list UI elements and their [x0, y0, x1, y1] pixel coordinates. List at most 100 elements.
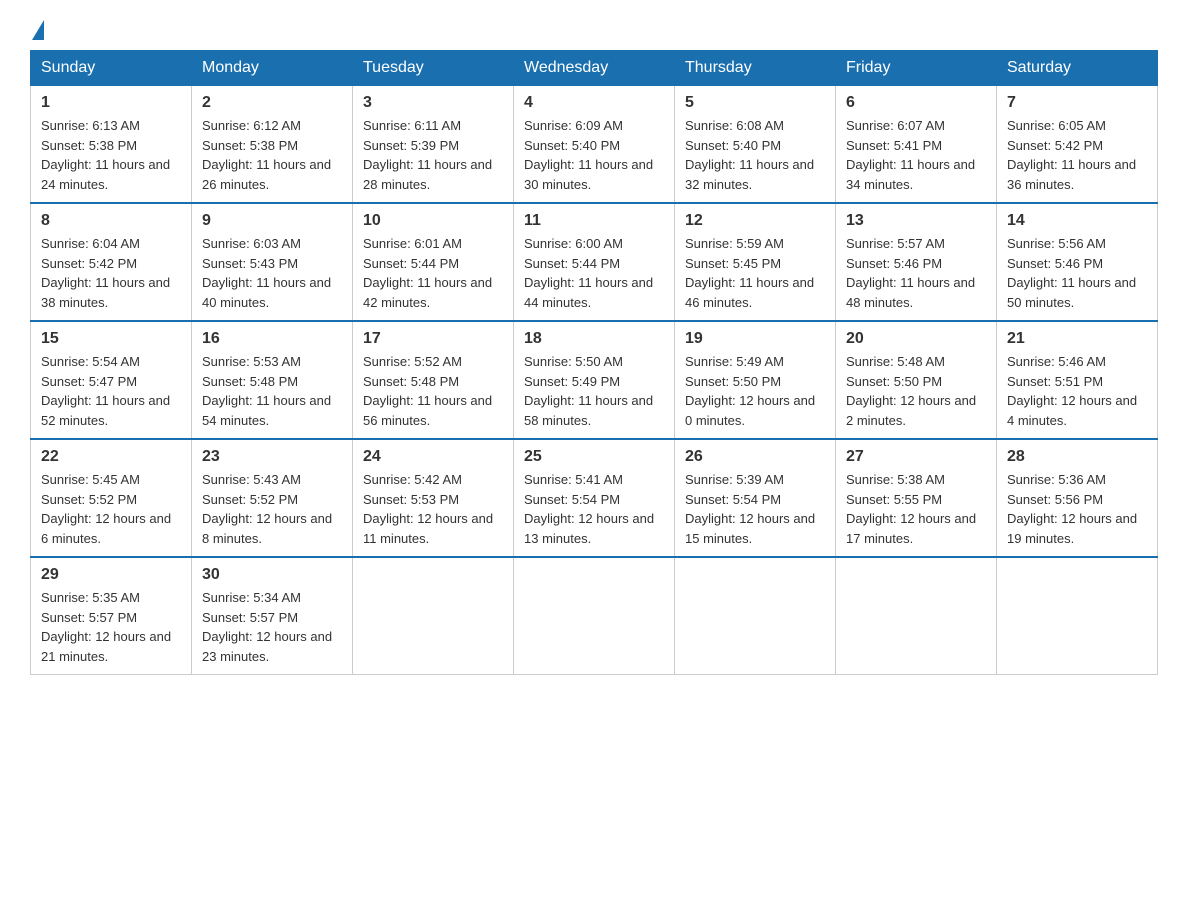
day-number: 30: [202, 566, 342, 584]
day-number: 17: [363, 330, 503, 348]
table-row: 9 Sunrise: 6:03 AMSunset: 5:43 PMDaylight…: [192, 203, 353, 321]
day-number: 11: [524, 212, 664, 230]
day-number: 7: [1007, 94, 1147, 112]
day-info: Sunrise: 5:49 AMSunset: 5:50 PMDaylight:…: [685, 352, 825, 430]
calendar-header-row: Sunday Monday Tuesday Wednesday Thursday…: [31, 51, 1158, 86]
day-number: 25: [524, 448, 664, 466]
day-info: Sunrise: 6:00 AMSunset: 5:44 PMDaylight:…: [524, 234, 664, 312]
day-info: Sunrise: 5:35 AMSunset: 5:57 PMDaylight:…: [41, 588, 181, 666]
calendar-week-row: 15 Sunrise: 5:54 AMSunset: 5:47 PMDayligh…: [31, 321, 1158, 439]
day-number: 5: [685, 94, 825, 112]
day-number: 24: [363, 448, 503, 466]
day-number: 18: [524, 330, 664, 348]
logo-triangle-icon: [32, 20, 44, 40]
day-number: 10: [363, 212, 503, 230]
table-row: 12 Sunrise: 5:59 AMSunset: 5:45 PMDayligh…: [675, 203, 836, 321]
day-number: 3: [363, 94, 503, 112]
day-number: 20: [846, 330, 986, 348]
table-row: 18 Sunrise: 5:50 AMSunset: 5:49 PMDayligh…: [514, 321, 675, 439]
table-row: 22 Sunrise: 5:45 AMSunset: 5:52 PMDayligh…: [31, 439, 192, 557]
day-number: 6: [846, 94, 986, 112]
day-info: Sunrise: 6:13 AMSunset: 5:38 PMDaylight:…: [41, 116, 181, 194]
table-row: 11 Sunrise: 6:00 AMSunset: 5:44 PMDayligh…: [514, 203, 675, 321]
day-number: 12: [685, 212, 825, 230]
day-number: 22: [41, 448, 181, 466]
col-tuesday: Tuesday: [353, 51, 514, 86]
day-info: Sunrise: 6:11 AMSunset: 5:39 PMDaylight:…: [363, 116, 503, 194]
day-number: 14: [1007, 212, 1147, 230]
day-number: 13: [846, 212, 986, 230]
table-row: [353, 557, 514, 675]
table-row: 20 Sunrise: 5:48 AMSunset: 5:50 PMDayligh…: [836, 321, 997, 439]
table-row: 16Sunrise: 5:53 AMSunset: 5:48 PMDayligh…: [192, 321, 353, 439]
day-info: Sunrise: 5:43 AMSunset: 5:52 PMDaylight:…: [202, 470, 342, 548]
table-row: 26Sunrise: 5:39 AMSunset: 5:54 PMDayligh…: [675, 439, 836, 557]
table-row: [836, 557, 997, 675]
table-row: 3 Sunrise: 6:11 AMSunset: 5:39 PMDaylight…: [353, 86, 514, 204]
day-number: 1: [41, 94, 181, 112]
calendar-week-row: 8 Sunrise: 6:04 AMSunset: 5:42 PMDaylight…: [31, 203, 1158, 321]
day-info: Sunrise: 5:54 AMSunset: 5:47 PMDaylight:…: [41, 352, 181, 430]
col-monday: Monday: [192, 51, 353, 86]
table-row: 6Sunrise: 6:07 AMSunset: 5:41 PMDaylight…: [836, 86, 997, 204]
day-info: Sunrise: 6:01 AMSunset: 5:44 PMDaylight:…: [363, 234, 503, 312]
day-number: 27: [846, 448, 986, 466]
table-row: 25 Sunrise: 5:41 AMSunset: 5:54 PMDayligh…: [514, 439, 675, 557]
table-row: 21 Sunrise: 5:46 AMSunset: 5:51 PMDayligh…: [997, 321, 1158, 439]
day-info: Sunrise: 6:03 AMSunset: 5:43 PMDaylight:…: [202, 234, 342, 312]
day-number: 28: [1007, 448, 1147, 466]
day-info: Sunrise: 6:08 AMSunset: 5:40 PMDaylight:…: [685, 116, 825, 194]
col-wednesday: Wednesday: [514, 51, 675, 86]
day-number: 19: [685, 330, 825, 348]
day-info: Sunrise: 5:38 AMSunset: 5:55 PMDaylight:…: [846, 470, 986, 548]
table-row: [514, 557, 675, 675]
day-number: 15: [41, 330, 181, 348]
day-info: Sunrise: 5:48 AMSunset: 5:50 PMDaylight:…: [846, 352, 986, 430]
col-friday: Friday: [836, 51, 997, 86]
table-row: 29 Sunrise: 5:35 AMSunset: 5:57 PMDayligh…: [31, 557, 192, 675]
table-row: 17 Sunrise: 5:52 AMSunset: 5:48 PMDayligh…: [353, 321, 514, 439]
table-row: 5 Sunrise: 6:08 AMSunset: 5:40 PMDaylight…: [675, 86, 836, 204]
day-number: 9: [202, 212, 342, 230]
table-row: 1 Sunrise: 6:13 AMSunset: 5:38 PMDaylight…: [31, 86, 192, 204]
page-header: [30, 20, 1158, 40]
day-info: Sunrise: 5:46 AMSunset: 5:51 PMDaylight:…: [1007, 352, 1147, 430]
day-info: Sunrise: 5:57 AMSunset: 5:46 PMDaylight:…: [846, 234, 986, 312]
table-row: 8 Sunrise: 6:04 AMSunset: 5:42 PMDaylight…: [31, 203, 192, 321]
day-number: 2: [202, 94, 342, 112]
table-row: 7Sunrise: 6:05 AMSunset: 5:42 PMDaylight…: [997, 86, 1158, 204]
table-row: 27 Sunrise: 5:38 AMSunset: 5:55 PMDayligh…: [836, 439, 997, 557]
day-number: 29: [41, 566, 181, 584]
col-thursday: Thursday: [675, 51, 836, 86]
day-info: Sunrise: 5:56 AMSunset: 5:46 PMDaylight:…: [1007, 234, 1147, 312]
day-number: 26: [685, 448, 825, 466]
day-info: Sunrise: 5:50 AMSunset: 5:49 PMDaylight:…: [524, 352, 664, 430]
day-info: Sunrise: 6:04 AMSunset: 5:42 PMDaylight:…: [41, 234, 181, 312]
table-row: 30 Sunrise: 5:34 AMSunset: 5:57 PMDayligh…: [192, 557, 353, 675]
table-row: 15 Sunrise: 5:54 AMSunset: 5:47 PMDayligh…: [31, 321, 192, 439]
day-info: Sunrise: 5:36 AMSunset: 5:56 PMDaylight:…: [1007, 470, 1147, 548]
day-info: Sunrise: 6:12 AMSunset: 5:38 PMDaylight:…: [202, 116, 342, 194]
table-row: 4Sunrise: 6:09 AMSunset: 5:40 PMDaylight…: [514, 86, 675, 204]
day-info: Sunrise: 5:45 AMSunset: 5:52 PMDaylight:…: [41, 470, 181, 548]
calendar-table: Sunday Monday Tuesday Wednesday Thursday…: [30, 50, 1158, 675]
day-info: Sunrise: 5:52 AMSunset: 5:48 PMDaylight:…: [363, 352, 503, 430]
table-row: 28 Sunrise: 5:36 AMSunset: 5:56 PMDayligh…: [997, 439, 1158, 557]
calendar-week-row: 29 Sunrise: 5:35 AMSunset: 5:57 PMDayligh…: [31, 557, 1158, 675]
table-row: 14 Sunrise: 5:56 AMSunset: 5:46 PMDayligh…: [997, 203, 1158, 321]
col-sunday: Sunday: [31, 51, 192, 86]
day-number: 4: [524, 94, 664, 112]
day-info: Sunrise: 5:34 AMSunset: 5:57 PMDaylight:…: [202, 588, 342, 666]
col-saturday: Saturday: [997, 51, 1158, 86]
day-info: Sunrise: 5:41 AMSunset: 5:54 PMDaylight:…: [524, 470, 664, 548]
day-number: 8: [41, 212, 181, 230]
calendar-week-row: 22 Sunrise: 5:45 AMSunset: 5:52 PMDayligh…: [31, 439, 1158, 557]
table-row: 13 Sunrise: 5:57 AMSunset: 5:46 PMDayligh…: [836, 203, 997, 321]
table-row: 10 Sunrise: 6:01 AMSunset: 5:44 PMDayligh…: [353, 203, 514, 321]
table-row: [675, 557, 836, 675]
day-info: Sunrise: 5:59 AMSunset: 5:45 PMDaylight:…: [685, 234, 825, 312]
table-row: 24Sunrise: 5:42 AMSunset: 5:53 PMDayligh…: [353, 439, 514, 557]
table-row: 23Sunrise: 5:43 AMSunset: 5:52 PMDayligh…: [192, 439, 353, 557]
day-number: 21: [1007, 330, 1147, 348]
table-row: 19 Sunrise: 5:49 AMSunset: 5:50 PMDayligh…: [675, 321, 836, 439]
